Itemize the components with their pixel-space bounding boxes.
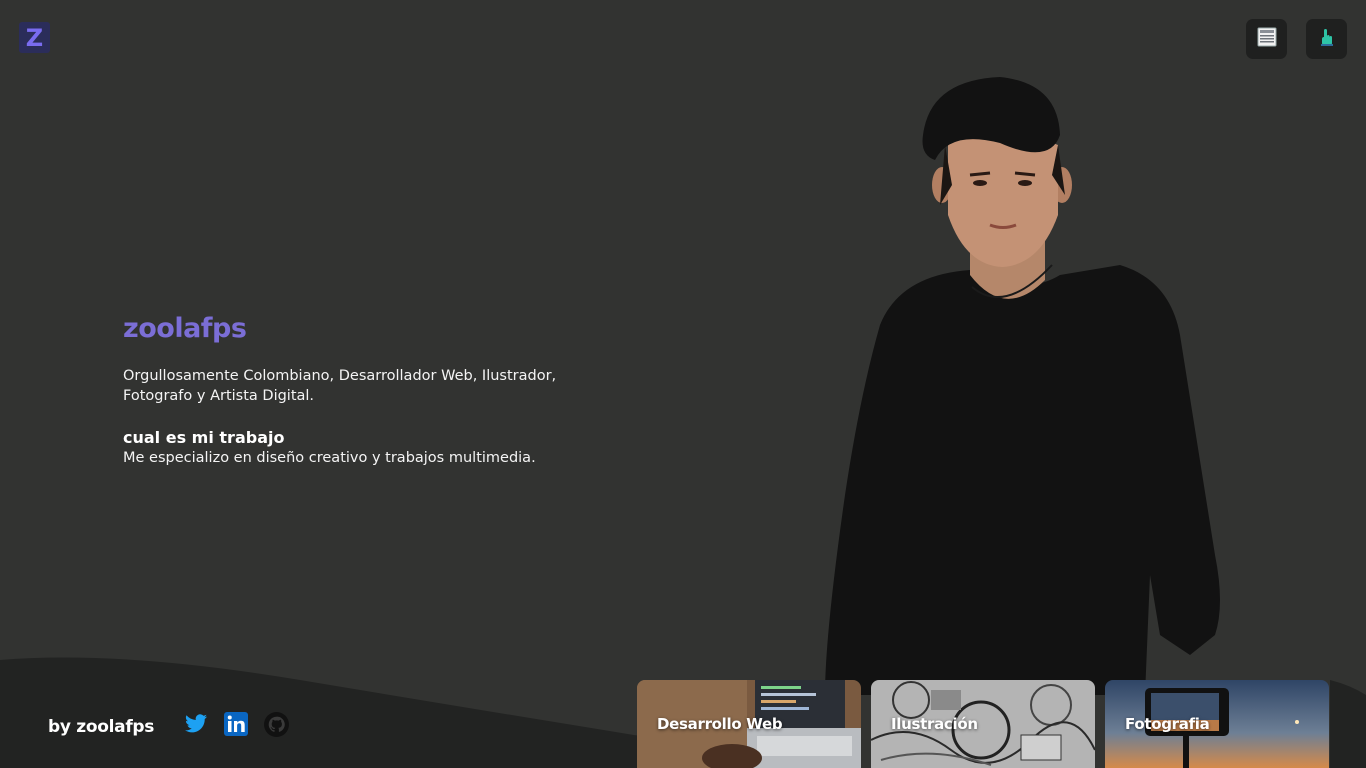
- page-title: zoolafps: [123, 313, 247, 344]
- work-text: Me especializo en diseño creativo y trab…: [123, 450, 536, 466]
- interact-button[interactable]: [1306, 19, 1347, 59]
- github-link[interactable]: [263, 711, 289, 741]
- card-label: Fotografia: [1125, 715, 1210, 733]
- card-label: Desarrollo Web: [657, 715, 783, 733]
- hero-text: zoolafps Orgullosamente Colombiano, Desa…: [123, 312, 583, 468]
- twitter-icon: [184, 713, 208, 739]
- site-logo[interactable]: Z: [19, 22, 50, 53]
- footer-byline: by zoolafps: [48, 717, 155, 737]
- resume-button[interactable]: [1246, 19, 1287, 59]
- profile-photo: [820, 75, 1240, 695]
- linkedin-icon: [224, 712, 248, 740]
- card-photography[interactable]: Fotografia: [1105, 680, 1329, 768]
- card-web-development[interactable]: Desarrollo Web: [637, 680, 861, 768]
- card-label: Ilustración: [891, 715, 978, 733]
- logo-letter: Z: [25, 23, 44, 52]
- document-icon: [1256, 26, 1278, 52]
- work-heading: cual es mi trabajo: [123, 428, 285, 447]
- pointer-hand-icon: [1316, 26, 1338, 52]
- github-icon: [263, 711, 289, 741]
- linkedin-link[interactable]: [223, 712, 249, 740]
- twitter-link[interactable]: [183, 713, 209, 739]
- hero-description: Orgullosamente Colombiano, Desarrollador…: [123, 368, 557, 404]
- card-illustration[interactable]: Ilustración: [871, 680, 1095, 768]
